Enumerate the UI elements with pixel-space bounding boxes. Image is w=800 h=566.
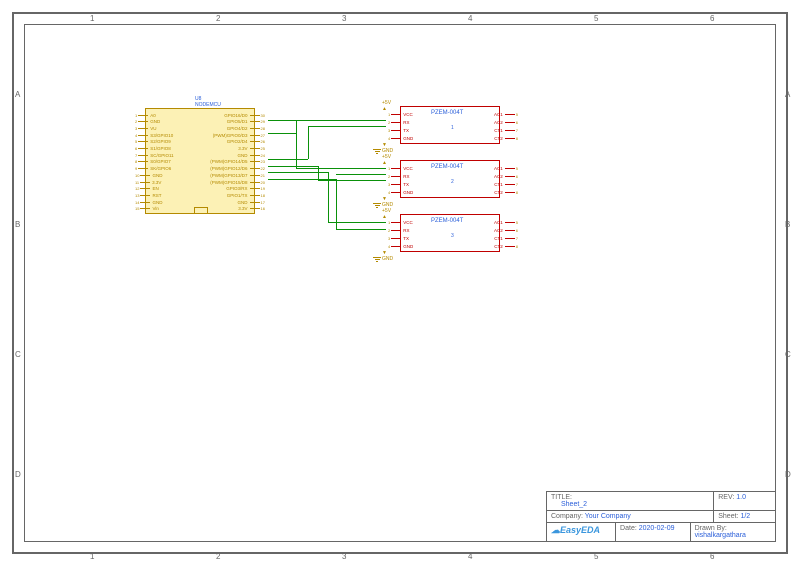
mcu-pin-20: (PWM)GPIO15/D820 bbox=[210, 179, 266, 185]
pzem-3-pin-4: 4GND bbox=[387, 243, 415, 250]
pzem-1-pin-1: 1VCC bbox=[387, 111, 415, 118]
gnd-symbol-3 bbox=[372, 256, 382, 263]
mcu-pin-28: GPIO4/D228 bbox=[227, 125, 266, 131]
mcu-pin-22: (PWM)GPIO12/D622 bbox=[210, 166, 266, 172]
mcu-pin-19: GPIO3/RX19 bbox=[226, 186, 266, 192]
pzem-module-2: +5V▲PZEM-004T21VCC2RX3TX4GNDAC15AC26CT17… bbox=[400, 160, 500, 198]
mcu-pin-4: 4S3/GPIO10 bbox=[134, 132, 173, 138]
mcu-pin-5: 5S2/GPIO9 bbox=[134, 139, 171, 145]
mcu-pin-17: GND17 bbox=[238, 199, 266, 205]
mcu-pin-26: GPIO2/D426 bbox=[227, 139, 266, 145]
mcu-pin-11: 113.3V bbox=[134, 179, 161, 185]
pwr-gnd-2: ▼GND bbox=[382, 196, 393, 208]
mcu-pin-8: 8S0/GPIO7 bbox=[134, 159, 171, 165]
pzem-title-3: PZEM-004T bbox=[431, 218, 463, 224]
pzem-1-pin-5: AC15 bbox=[492, 111, 519, 118]
mcu-pin-29: GPIO5/D129 bbox=[227, 119, 266, 125]
mcu-notch bbox=[194, 207, 208, 213]
pzem-3-pin-7: CT17 bbox=[492, 235, 519, 242]
pzem-id-1: 1 bbox=[451, 125, 454, 131]
mcu-pin-6: 6S1/GPIO8 bbox=[134, 146, 171, 152]
pzem-2-pin-3: 3TX bbox=[387, 181, 411, 188]
pzem-2-pin-4: 4GND bbox=[387, 189, 415, 196]
pzem-3-pin-3: 3TX bbox=[387, 235, 411, 242]
pzem-body-3: PZEM-004T31VCC2RX3TX4GNDAC15AC26CT17CT28 bbox=[400, 214, 500, 252]
mcu-pin-12: 12EN bbox=[134, 186, 159, 192]
mcu-pin-13: 13RST bbox=[134, 192, 161, 198]
pzem-3-pin-5: AC15 bbox=[492, 219, 519, 226]
mcu-pin-30: GPIO16/D030 bbox=[224, 112, 266, 118]
pzem-id-2: 2 bbox=[451, 179, 454, 185]
pzem-2-pin-7: CT17 bbox=[492, 181, 519, 188]
mcu-pin-3: 3VU bbox=[134, 125, 157, 131]
pzem-2-pin-1: 1VCC bbox=[387, 165, 415, 172]
gnd-symbol-1 bbox=[372, 148, 382, 155]
mcu-pin-2: 2GND bbox=[134, 119, 160, 125]
mcu-pin-27: (PWM)GPIO0/D327 bbox=[213, 132, 266, 138]
mcu-pin-16: 3.3V16 bbox=[238, 206, 266, 212]
pzem-id-3: 3 bbox=[451, 233, 454, 239]
pzem-3-pin-2: 2RX bbox=[387, 227, 412, 234]
mcu-pin-21: (PWM)GPIO13/D721 bbox=[210, 172, 266, 178]
pzem-2-pin-2: 2RX bbox=[387, 173, 412, 180]
mcu-pin-18: GPIO1/TX18 bbox=[227, 192, 266, 198]
pzem-module-3: +5V▲PZEM-004T31VCC2RX3TX4GNDAC15AC26CT17… bbox=[400, 214, 500, 252]
mcu-pin-9: 9SK/GPIO6 bbox=[134, 166, 171, 172]
title-block: TITLE:Sheet_2 REV: 1.0 Company: Your Com… bbox=[546, 491, 776, 542]
mcu-pin-1: 1A0 bbox=[134, 112, 156, 118]
pwr-gnd-3: ▼GND bbox=[382, 250, 393, 262]
mcu-pin-10: 10GND bbox=[134, 172, 162, 178]
sheet-inner-border bbox=[24, 24, 776, 542]
pwr-gnd-1: ▼GND bbox=[382, 142, 393, 154]
pzem-title-1: PZEM-004T bbox=[431, 110, 463, 116]
pzem-1-pin-3: 3TX bbox=[387, 127, 411, 134]
pzem-1-pin-8: CT28 bbox=[492, 135, 519, 142]
nodemcu-component: U8NODEMCU 1A02GND3VU4S3/GPIO105S2/GPIO96… bbox=[145, 108, 255, 214]
pzem-3-pin-8: CT28 bbox=[492, 243, 519, 250]
mcu-body: 1A02GND3VU4S3/GPIO105S2/GPIO96S1/GPIO87S… bbox=[145, 108, 255, 214]
pzem-2-pin-6: AC26 bbox=[492, 173, 519, 180]
pzem-1-pin-6: AC26 bbox=[492, 119, 519, 126]
pzem-title-2: PZEM-004T bbox=[431, 164, 463, 170]
pzem-body-2: PZEM-004T21VCC2RX3TX4GNDAC15AC26CT17CT28 bbox=[400, 160, 500, 198]
mcu-pin-15: 15Vin bbox=[134, 206, 159, 212]
mcu-pin-23: (PWM)GPIO14/D523 bbox=[210, 159, 266, 165]
mcu-reference: U8NODEMCU bbox=[195, 96, 221, 108]
mcu-pin-24: GND24 bbox=[238, 152, 266, 158]
mcu-pin-7: 7SC/GPIO11 bbox=[134, 152, 174, 158]
pzem-module-1: +5V▲PZEM-004T11VCC2RX3TX4GNDAC15AC26CT17… bbox=[400, 106, 500, 144]
pzem-2-pin-5: AC15 bbox=[492, 165, 519, 172]
mcu-pin-14: 14GND bbox=[134, 199, 162, 205]
pzem-3-pin-1: 1VCC bbox=[387, 219, 415, 226]
gnd-symbol-2 bbox=[372, 202, 382, 209]
easyeda-logo: ☁EasyEDA bbox=[551, 525, 600, 535]
pzem-1-pin-2: 2RX bbox=[387, 119, 412, 126]
pzem-3-pin-6: AC26 bbox=[492, 227, 519, 234]
mcu-pin-25: 3.3V25 bbox=[238, 146, 266, 152]
pzem-body-1: PZEM-004T11VCC2RX3TX4GNDAC15AC26CT17CT28 bbox=[400, 106, 500, 144]
pzem-2-pin-8: CT28 bbox=[492, 189, 519, 196]
pzem-1-pin-4: 4GND bbox=[387, 135, 415, 142]
pzem-1-pin-7: CT17 bbox=[492, 127, 519, 134]
